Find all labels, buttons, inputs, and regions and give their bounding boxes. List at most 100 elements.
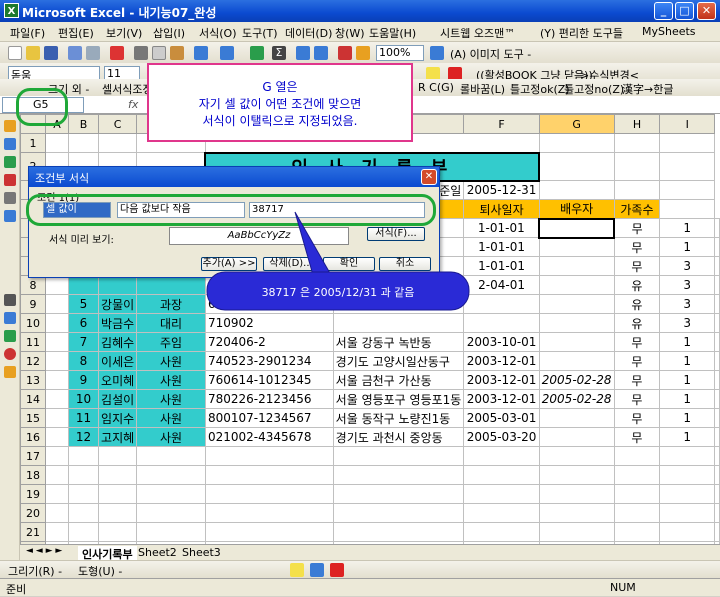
cell-position[interactable]: 사원: [136, 351, 206, 371]
cell-j[interactable]: [714, 237, 720, 257]
empty-cell[interactable]: [714, 503, 720, 523]
empty-cell[interactable]: [332, 484, 465, 504]
empty-cell[interactable]: [136, 465, 206, 485]
cell-a[interactable]: [45, 313, 69, 333]
cell-j[interactable]: [714, 427, 720, 447]
line-color-icon[interactable]: [310, 563, 324, 577]
cell-id[interactable]: 021002-4345678: [204, 427, 334, 447]
menu-data[interactable]: 데이터(D): [285, 25, 332, 41]
col-header[interactable]: H: [613, 114, 661, 134]
cell-retire-date[interactable]: 2005-02-28: [538, 389, 615, 409]
cell-family[interactable]: 3: [659, 313, 715, 333]
col-header[interactable]: I: [659, 114, 715, 134]
help-icon[interactable]: [430, 46, 444, 60]
cell-retire-date[interactable]: [538, 351, 615, 371]
row-header[interactable]: 11: [20, 332, 47, 352]
empty-cell[interactable]: [613, 446, 661, 466]
tool-icon[interactable]: [4, 174, 16, 186]
cell-family[interactable]: 1: [659, 237, 715, 257]
row-header[interactable]: 18: [20, 465, 47, 485]
cell-position[interactable]: 과장: [136, 294, 206, 314]
cell-retire-date[interactable]: [538, 275, 615, 295]
tab-sheet2[interactable]: Sheet2: [138, 546, 177, 559]
freeze-ok-button[interactable]: 틀고정ok(Z): [510, 81, 570, 97]
cell-retire-date[interactable]: [538, 217, 616, 239]
tool-icon[interactable]: [4, 120, 16, 132]
empty-cell[interactable]: [67, 484, 100, 504]
hyperlink-icon[interactable]: [250, 46, 264, 60]
empty-cell[interactable]: [204, 484, 334, 504]
row-header[interactable]: 15: [20, 408, 47, 428]
image-tool-menu[interactable]: (A) 이미지 도구 -: [450, 46, 531, 62]
cell-address[interactable]: 경기도 고양시일산동구: [332, 351, 465, 371]
empty-cell[interactable]: [136, 446, 206, 466]
cell-j[interactable]: [714, 218, 720, 238]
freeze-no-button[interactable]: 틀고정no(Z): [564, 81, 624, 97]
cell-address[interactable]: 서울 강동구 녹반동: [332, 332, 465, 352]
tool-icon[interactable]: [4, 138, 16, 150]
cell-id[interactable]: 720406-2: [204, 332, 334, 352]
tool-icon[interactable]: [4, 294, 16, 306]
cell-id[interactable]: 710902: [204, 313, 334, 333]
row-header[interactable]: 14: [20, 389, 47, 409]
cell-hire-date[interactable]: 2003-12-01: [463, 351, 540, 371]
empty-cell[interactable]: [714, 446, 720, 466]
cell-hire-date[interactable]: 1-01-01: [463, 237, 540, 257]
cell-spouse[interactable]: 무: [613, 332, 661, 352]
empty-cell[interactable]: [659, 522, 715, 542]
empty-cell[interactable]: [538, 465, 615, 485]
empty-cell[interactable]: [45, 465, 69, 485]
cell-name[interactable]: 이세은: [98, 351, 138, 371]
tab-nav-icon[interactable]: ◄ ◄ ► ►: [26, 546, 62, 556]
cell-family[interactable]: 1: [659, 218, 715, 238]
empty-cell[interactable]: [67, 503, 100, 523]
menu-tools[interactable]: 도구(T): [242, 25, 278, 41]
empty-cell[interactable]: [204, 503, 334, 523]
cell-name[interactable]: 김설이: [98, 389, 138, 409]
save-icon[interactable]: [44, 46, 58, 60]
cell-retire-date[interactable]: [538, 313, 615, 333]
empty-cell[interactable]: [613, 503, 661, 523]
cell-no[interactable]: 12: [67, 427, 100, 447]
empty-cell[interactable]: [538, 446, 615, 466]
empty-cell[interactable]: [332, 465, 465, 485]
redo-icon[interactable]: [220, 46, 234, 60]
cell-a[interactable]: [45, 370, 69, 390]
menu-file[interactable]: 파일(F): [10, 25, 45, 41]
empty-cell[interactable]: [659, 503, 715, 523]
cell-no[interactable]: 10: [67, 389, 100, 409]
empty-cell[interactable]: [136, 503, 206, 523]
cell-j[interactable]: [714, 332, 720, 352]
cell-j[interactable]: [714, 294, 720, 314]
cell-hire-date[interactable]: 2005-03-01: [463, 408, 540, 428]
cell-retire-date[interactable]: 2005-02-28: [538, 370, 615, 390]
empty-cell[interactable]: [204, 522, 334, 542]
row-header[interactable]: 19: [20, 484, 47, 504]
cell-id[interactable]: 740523-2901234: [204, 351, 334, 371]
empty-cell[interactable]: [98, 503, 138, 523]
cell-address[interactable]: 서울 동작구 노량진1동: [332, 408, 465, 428]
cell-no[interactable]: 11: [67, 408, 100, 428]
menu-edit[interactable]: 편집(E): [58, 25, 94, 41]
cell-no[interactable]: [67, 275, 100, 295]
cell-hire-date[interactable]: 1-01-01: [463, 218, 540, 238]
cell-hire-date[interactable]: [463, 313, 540, 333]
menu-view[interactable]: 보기(V): [106, 25, 142, 41]
text-color-icon[interactable]: [330, 563, 344, 577]
menu-mysheets[interactable]: MySheets: [642, 25, 696, 38]
cell-j[interactable]: [714, 256, 720, 276]
empty-cell[interactable]: [45, 522, 69, 542]
cell-name[interactable]: 임지수: [98, 408, 138, 428]
empty-cell[interactable]: [332, 522, 465, 542]
cell-address[interactable]: 경기도 과천시 중앙동: [332, 427, 465, 447]
cell-spouse[interactable]: 무: [613, 370, 661, 390]
cell-family[interactable]: 3: [659, 294, 715, 314]
cell-name[interactable]: 오미혜: [98, 370, 138, 390]
paste-icon[interactable]: [170, 46, 184, 60]
cell-address[interactable]: [332, 313, 465, 333]
empty-cell[interactable]: [538, 522, 615, 542]
empty-cell[interactable]: [204, 465, 334, 485]
cell-family[interactable]: 1: [659, 332, 715, 352]
row-header[interactable]: 13: [20, 370, 47, 390]
tool-icon[interactable]: [4, 312, 16, 324]
